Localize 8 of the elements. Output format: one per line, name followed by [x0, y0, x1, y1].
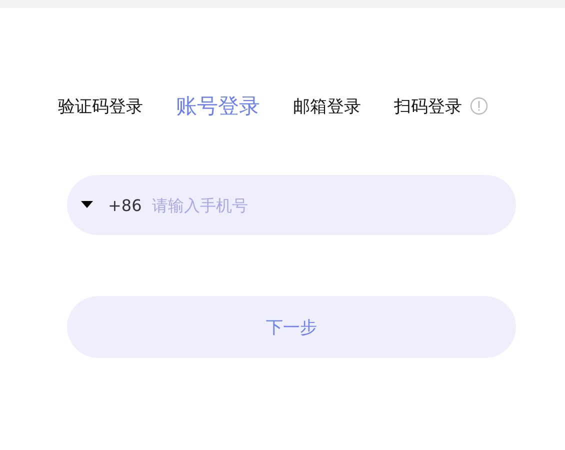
login-tab[interactable]: 扫码登录	[394, 94, 462, 118]
phone-field[interactable]: +86 请输入手机号	[67, 175, 516, 235]
caret-icon[interactable]	[81, 201, 93, 209]
phone-input[interactable]: 请输入手机号	[152, 196, 516, 214]
country-code[interactable]: +86	[108, 196, 142, 214]
login-tab[interactable]: 验证码登录	[58, 94, 143, 118]
login-tab[interactable]: 邮箱登录	[293, 94, 361, 118]
login-tab[interactable]: 账号登录	[176, 92, 260, 120]
